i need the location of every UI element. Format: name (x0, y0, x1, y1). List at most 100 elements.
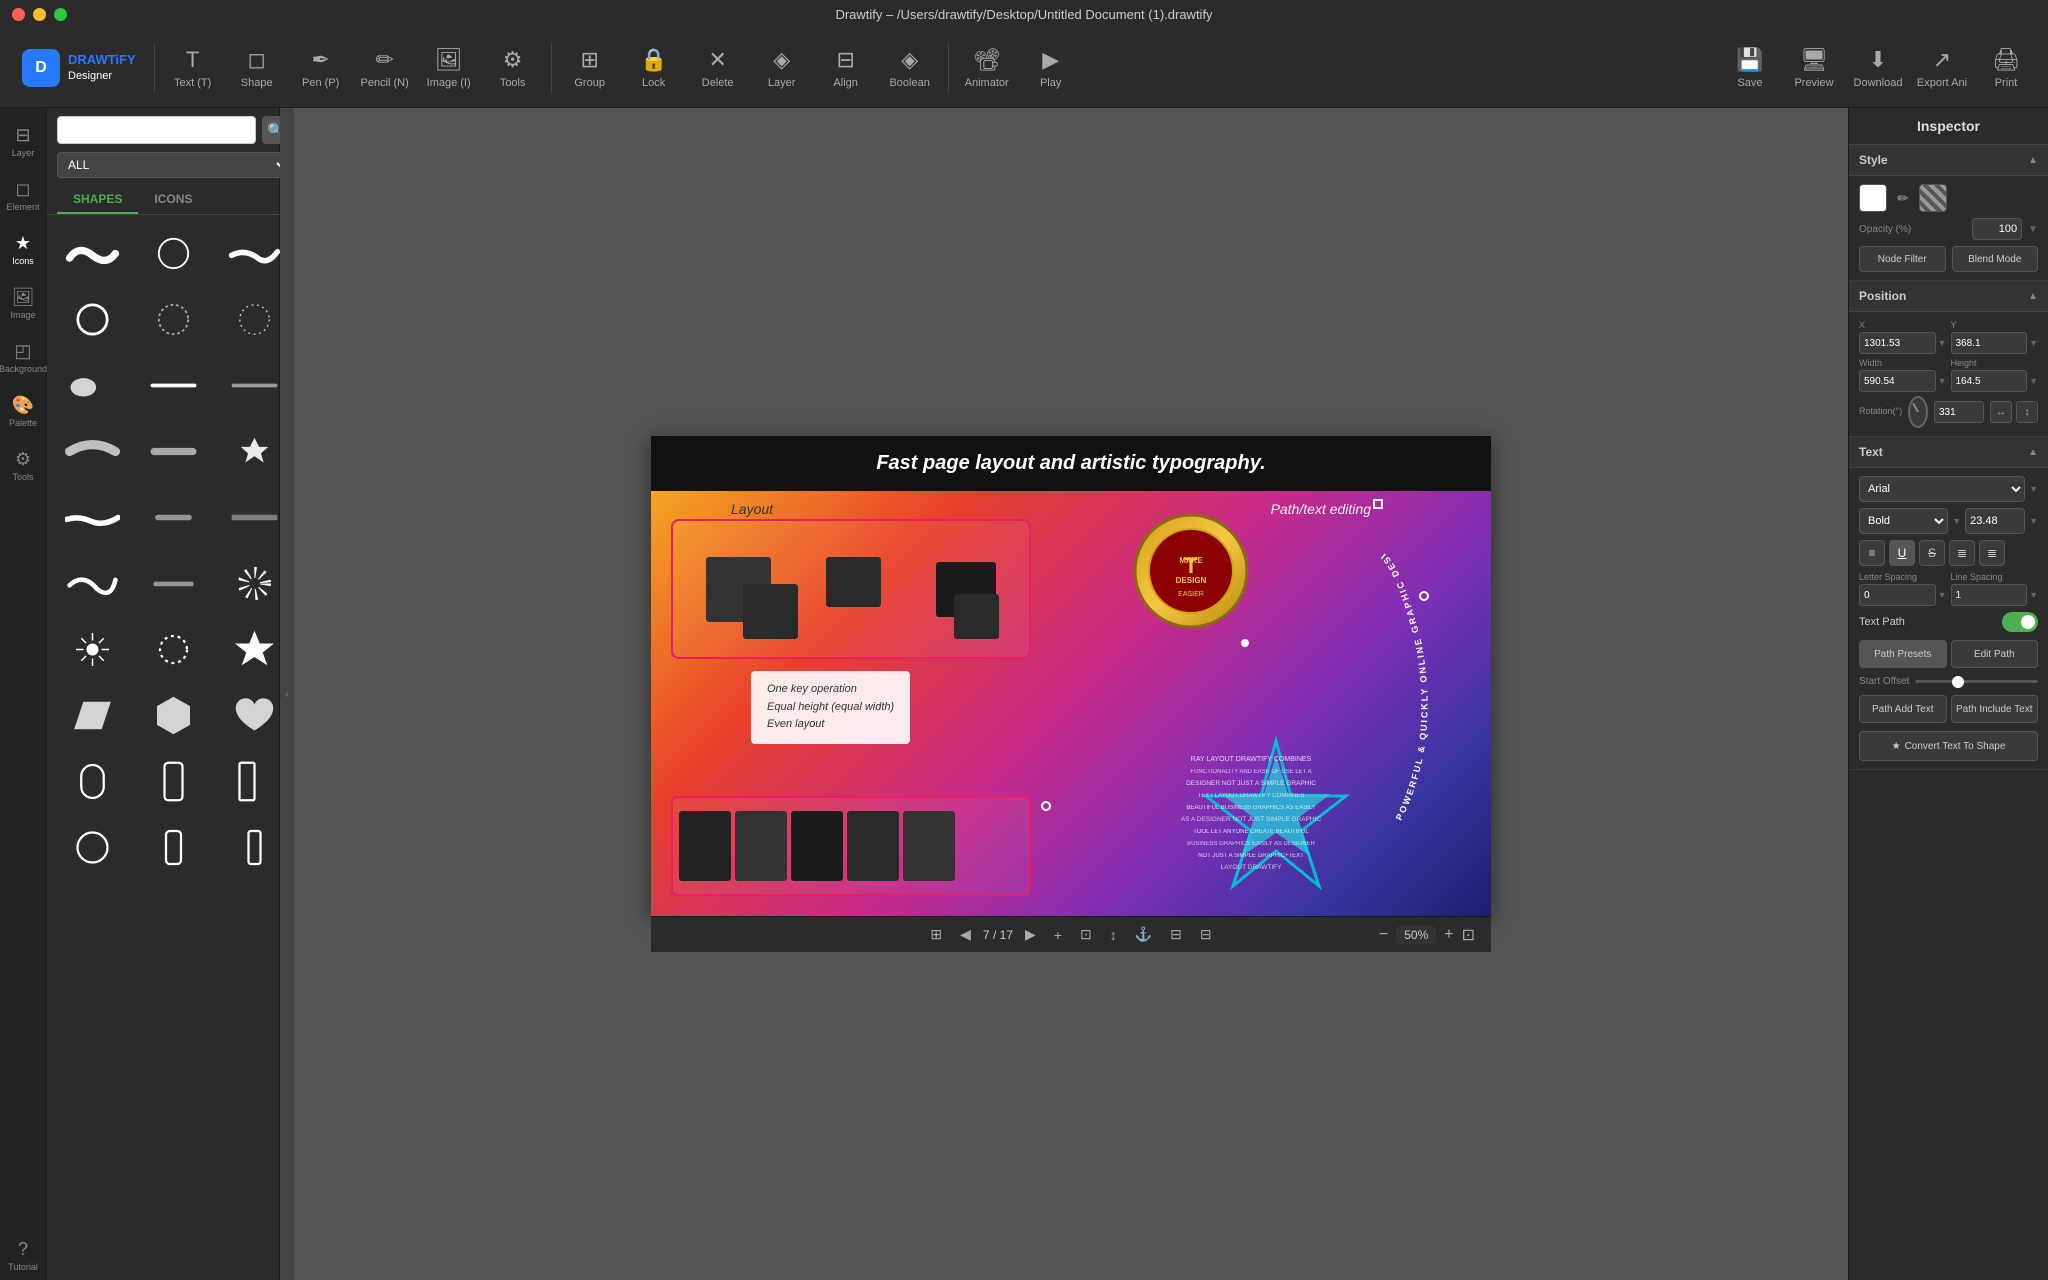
tab-icons[interactable]: ICONS (138, 186, 208, 214)
fill-color-swatch[interactable] (1859, 184, 1887, 212)
path-add-text-button[interactable]: Path Add Text (1859, 695, 1947, 723)
search-input[interactable] (57, 116, 256, 144)
style-section-header[interactable]: Style ▲ (1849, 145, 2048, 176)
move-page-button[interactable]: ↕ (1104, 925, 1123, 945)
selection-handle-4[interactable] (1241, 639, 1249, 647)
minimize-button[interactable] (33, 8, 46, 21)
strikethrough-button[interactable]: S (1919, 540, 1945, 566)
font-family-select[interactable]: Arial (1859, 476, 2025, 502)
shape-item[interactable] (55, 619, 130, 679)
toolbar-save[interactable]: 💾 Save (1720, 34, 1780, 102)
text-path-toggle[interactable] (2002, 612, 2038, 632)
align-left-button[interactable]: ≡ (1859, 540, 1885, 566)
rotation-dial[interactable] (1908, 396, 1928, 428)
path-presets-button[interactable]: Path Presets (1859, 640, 1947, 668)
position-section-header[interactable]: Position ▲ (1849, 281, 2048, 312)
numbered-list-button[interactable]: ≣ (1979, 540, 2005, 566)
font-weight-select[interactable]: Bold (1859, 508, 1948, 534)
letter-spacing-input[interactable] (1859, 584, 1936, 606)
shape-item[interactable] (136, 685, 211, 745)
maximize-button[interactable] (54, 8, 67, 21)
x-input[interactable] (1859, 332, 1936, 354)
shape-item[interactable] (55, 751, 130, 811)
nav-tutorial[interactable]: ? Tutorial (0, 1230, 46, 1280)
next-page-button[interactable]: ▶ (1019, 924, 1042, 945)
zoom-out-button[interactable]: − (1379, 926, 1388, 944)
toolbar-print[interactable]: 🖨 Print (1976, 34, 2036, 102)
copy-page-button[interactable]: ⊡ (1074, 924, 1098, 945)
nav-image[interactable]: 🖼 Image (0, 278, 46, 328)
nav-icons[interactable]: ★ Icons (0, 224, 46, 274)
page-layout-button[interactable]: ⊟ (1164, 924, 1188, 945)
toolbar-preview[interactable]: 🖥 Preview (1784, 34, 1844, 102)
start-offset-slider[interactable] (1915, 680, 2038, 683)
shape-item[interactable] (136, 817, 211, 877)
shape-item[interactable] (136, 553, 211, 613)
toolbar-lock[interactable]: 🔒 Lock (624, 34, 684, 102)
selection-handle-2[interactable] (1419, 591, 1429, 601)
toolbar-animator[interactable]: 📽 Animator (957, 34, 1017, 102)
shape-item[interactable] (55, 289, 130, 349)
shape-item[interactable] (55, 355, 130, 415)
selection-handle-1[interactable] (1373, 499, 1383, 509)
underline-button[interactable]: U (1889, 540, 1915, 566)
prev-page-button[interactable]: ◀ (954, 924, 977, 945)
toolbar-align[interactable]: ⊟ Align (816, 34, 876, 102)
node-filter-button[interactable]: Node Filter (1859, 246, 1946, 272)
pattern-swatch[interactable] (1919, 184, 1947, 212)
toolbar-group[interactable]: ⊞ Group (560, 34, 620, 102)
nav-palette[interactable]: 🎨 Palette (0, 386, 46, 436)
height-input[interactable] (1951, 370, 2028, 392)
nav-tools[interactable]: ⚙ Tools (0, 440, 46, 490)
rotation-input[interactable] (1934, 401, 1984, 423)
edit-color-button[interactable]: ✏ (1893, 188, 1913, 208)
tab-shapes[interactable]: SHAPES (57, 186, 138, 214)
shape-item[interactable] (136, 619, 211, 679)
close-button[interactable] (12, 8, 25, 21)
y-input[interactable] (1951, 332, 2028, 354)
font-size-input[interactable] (1965, 508, 2025, 534)
shape-item[interactable] (136, 223, 211, 283)
shape-item[interactable] (136, 487, 211, 547)
nav-element[interactable]: ◻ Element (0, 170, 46, 220)
blend-mode-button[interactable]: Blend Mode (1952, 246, 2039, 272)
shape-item[interactable] (55, 487, 130, 547)
toolbar-layer[interactable]: ◈ Layer (752, 34, 812, 102)
toolbar-play[interactable]: ▶ Play (1021, 34, 1081, 102)
nav-background[interactable]: ◰ Background (0, 332, 46, 382)
shape-item[interactable] (55, 817, 130, 877)
toolbar-pen[interactable]: ✒ Pen (P) (291, 34, 351, 102)
selection-handle-3[interactable] (1041, 801, 1051, 811)
shape-item[interactable] (136, 421, 211, 481)
shape-item[interactable] (136, 289, 211, 349)
canvas-area[interactable]: Fast page layout and artistic typography… (294, 108, 1848, 1280)
toolbar-boolean[interactable]: ◈ Boolean (880, 34, 940, 102)
toolbar-download[interactable]: ⬇ Download (1848, 34, 1908, 102)
panel-collapse-handle[interactable]: ‹ (280, 108, 294, 1280)
filter-select[interactable]: ALL (57, 152, 290, 178)
toolbar-image[interactable]: 🖼 Image (I) (419, 34, 479, 102)
flip-v-button[interactable]: ↕ (2016, 401, 2038, 423)
shape-item[interactable] (55, 421, 130, 481)
flip-h-button[interactable]: ↔ (1990, 401, 2012, 423)
anchor-button[interactable]: ⚓ (1129, 924, 1158, 945)
text-section-header[interactable]: Text ▲ (1849, 437, 2048, 468)
line-spacing-input[interactable] (1951, 584, 2028, 606)
shape-item[interactable] (136, 751, 211, 811)
toolbar-delete[interactable]: ✕ Delete (688, 34, 748, 102)
shape-item[interactable] (55, 553, 130, 613)
fullscreen-button[interactable]: ⊟ (1194, 924, 1218, 945)
zoom-in-button[interactable]: + (1444, 926, 1453, 944)
add-page-button[interactable]: + (1048, 925, 1068, 945)
convert-text-shape-button[interactable]: ★ Convert Text To Shape (1859, 731, 2038, 761)
bullet-list-button[interactable]: ≣ (1949, 540, 1975, 566)
zoom-fit-button[interactable]: ⊡ (1462, 925, 1475, 945)
shape-item[interactable] (136, 355, 211, 415)
width-input[interactable] (1859, 370, 1936, 392)
opacity-input[interactable] (1972, 218, 2022, 240)
nav-layer[interactable]: ⊟ Layer (0, 116, 46, 166)
toolbar-export[interactable]: ↗ Export Ani (1912, 34, 1972, 102)
shape-item[interactable] (55, 685, 130, 745)
path-include-text-button[interactable]: Path Include Text (1951, 695, 2039, 723)
toolbar-text[interactable]: T Text (T) (163, 34, 223, 102)
